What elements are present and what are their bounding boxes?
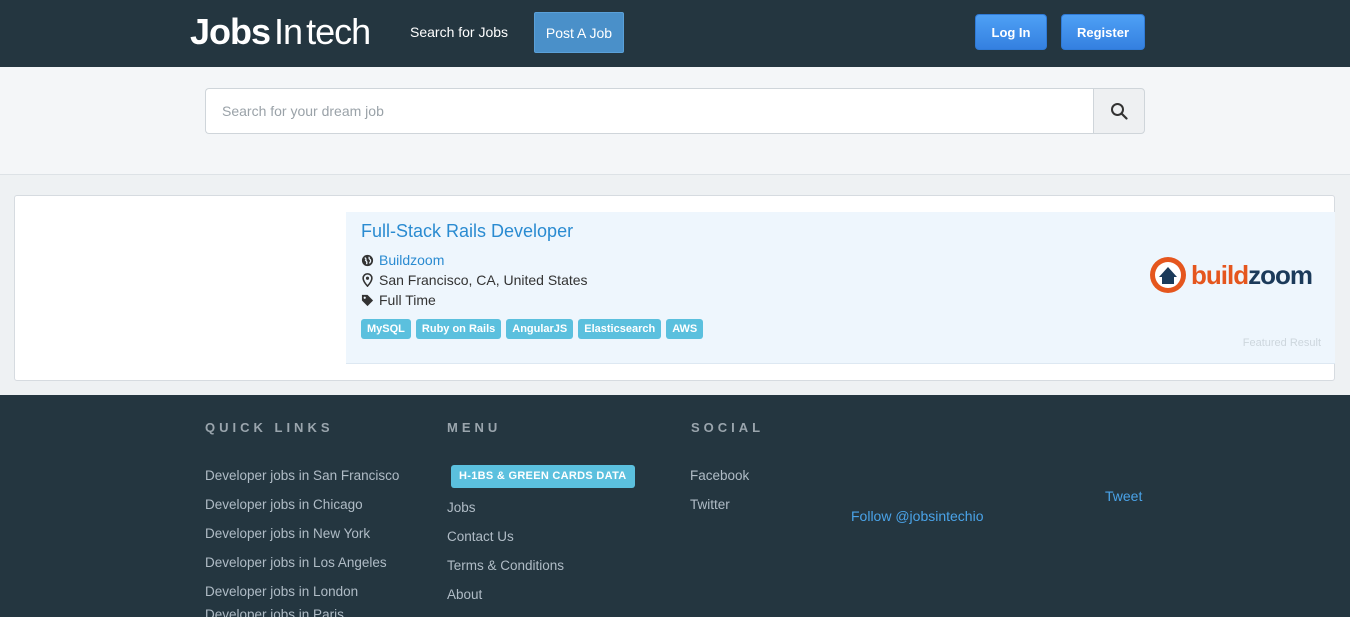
job-search-input[interactable]	[205, 88, 1094, 134]
menu-heading: MENU	[447, 420, 502, 435]
tweet-button[interactable]: Tweet	[1105, 488, 1142, 504]
globe-icon	[361, 254, 374, 266]
facebook-link[interactable]: Facebook	[690, 468, 749, 483]
tag-icon	[361, 294, 374, 306]
company-row: Buildzoom	[361, 252, 444, 268]
register-button[interactable]: Register	[1061, 14, 1145, 50]
search-jobs-link[interactable]: Search for Jobs	[410, 24, 508, 40]
map-marker-icon	[362, 273, 373, 287]
featured-label: Featured Result	[1242, 337, 1321, 349]
quick-links-heading: QUICK LINKS	[205, 420, 334, 435]
footer: QUICK LINKS Developer jobs in San Franci…	[0, 395, 1350, 617]
menu-link-about[interactable]: About	[447, 587, 482, 602]
quick-link-new-york[interactable]: Developer jobs in New York	[205, 526, 370, 541]
location-row: San Francisco, CA, United States	[361, 272, 588, 288]
post-job-button[interactable]: Post A Job	[534, 12, 624, 53]
skill-tag[interactable]: AngularJS	[506, 319, 574, 339]
quick-link-chicago[interactable]: Developer jobs in Chicago	[205, 497, 363, 512]
h1b-data-badge[interactable]: H-1BS & GREEN CARDS DATA	[451, 465, 635, 488]
job-listing[interactable]: Full-Stack Rails Developer Buildzoom San…	[346, 212, 1335, 364]
login-button[interactable]: Log In	[975, 14, 1047, 50]
skill-tag[interactable]: AWS	[666, 319, 704, 339]
skill-tags: MySQL Ruby on Rails AngularJS Elasticsea…	[361, 319, 704, 339]
search-section	[0, 67, 1350, 175]
menu-link-terms[interactable]: Terms & Conditions	[447, 558, 564, 573]
logo-word-tech: tech	[306, 11, 371, 52]
follow-twitter-link[interactable]: Follow @jobsintechio	[851, 508, 984, 524]
quick-link-paris[interactable]: Developer jobs in Paris	[205, 607, 344, 617]
twitter-link[interactable]: Twitter	[690, 497, 730, 512]
company-link[interactable]: Buildzoom	[379, 252, 444, 268]
job-type: Full Time	[379, 292, 436, 308]
skill-tag[interactable]: Elasticsearch	[578, 319, 662, 339]
menu-link-contact[interactable]: Contact Us	[447, 529, 514, 544]
top-navbar: Jobs In tech Search for Jobs Post A Job …	[0, 0, 1350, 67]
skill-tag[interactable]: Ruby on Rails	[415, 319, 502, 339]
company-logo[interactable]: buildzoom	[1148, 255, 1313, 295]
logo-word-jobs: Jobs	[190, 11, 271, 52]
buildzoom-house-icon	[1150, 257, 1186, 293]
site-logo[interactable]: Jobs In tech	[190, 10, 371, 54]
results-card: Full-Stack Rails Developer Buildzoom San…	[14, 195, 1335, 381]
company-logo-text: buildzoom	[1191, 259, 1313, 290]
search-icon	[1111, 103, 1128, 120]
job-type-row: Full Time	[361, 292, 436, 308]
logo-word-in: In	[274, 11, 303, 52]
menu-link-jobs[interactable]: Jobs	[447, 500, 476, 515]
quick-link-london[interactable]: Developer jobs in London	[205, 584, 358, 599]
social-heading: SOCIAL	[691, 420, 765, 435]
search-button[interactable]	[1093, 88, 1145, 134]
job-title-link[interactable]: Full-Stack Rails Developer	[361, 221, 573, 242]
skill-tag[interactable]: MySQL	[361, 319, 411, 339]
job-location: San Francisco, CA, United States	[379, 272, 588, 288]
quick-link-los-angeles[interactable]: Developer jobs in Los Angeles	[205, 555, 387, 570]
quick-link-sf[interactable]: Developer jobs in San Francisco	[205, 468, 399, 483]
